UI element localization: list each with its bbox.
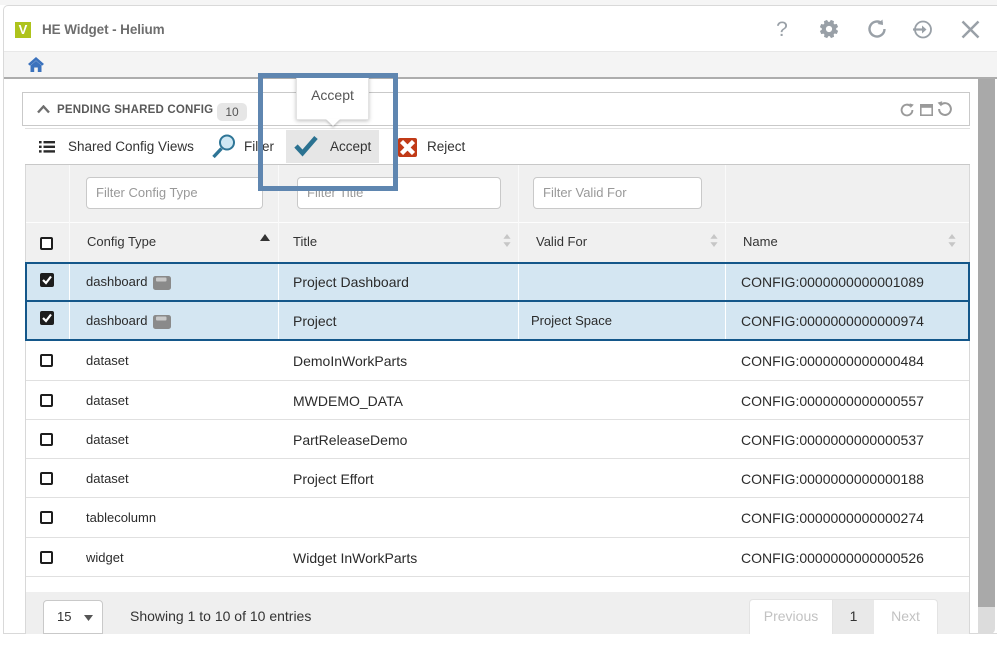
svg-text:?: ? — [776, 18, 788, 40]
